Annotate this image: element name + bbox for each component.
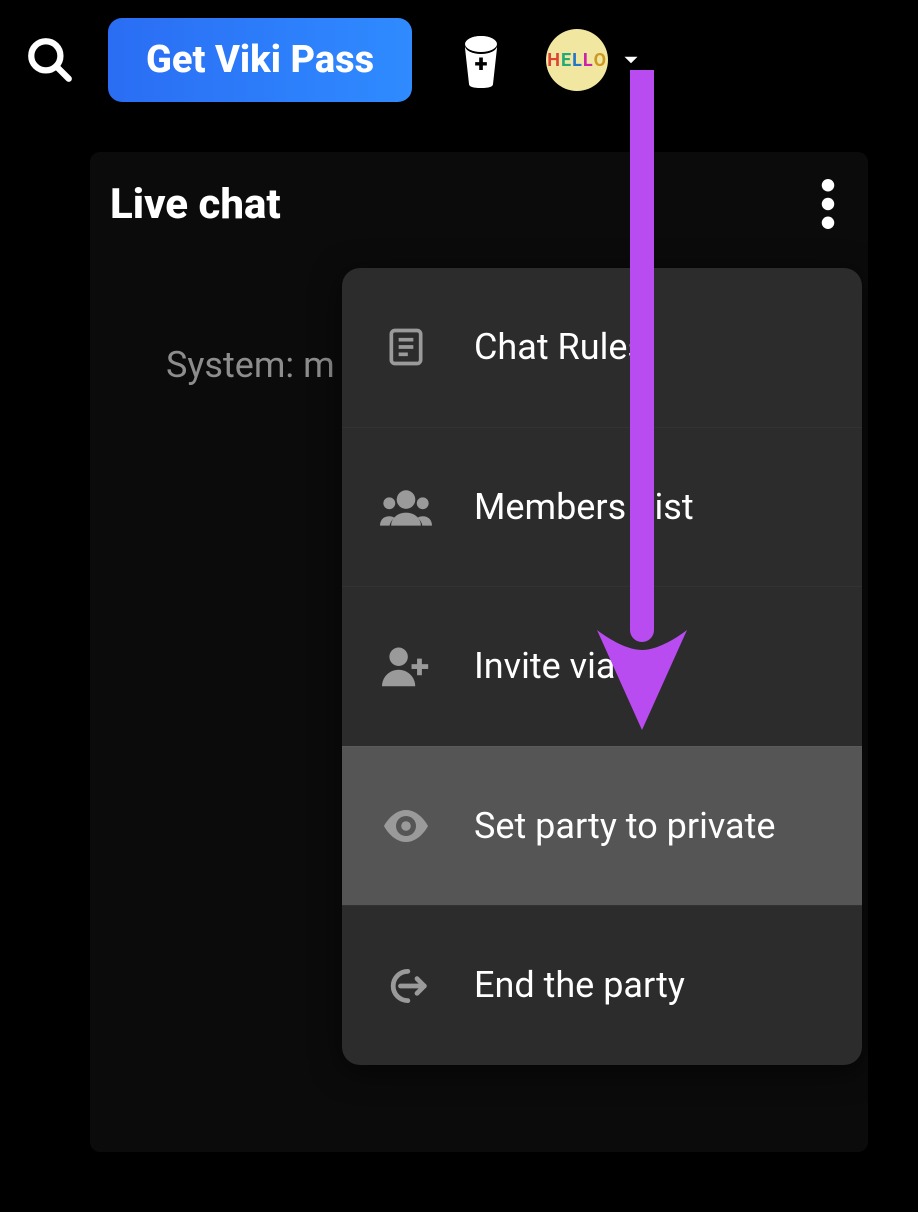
visibility-icon <box>376 804 436 848</box>
chat-options-menu: Chat Rules Members List Invite via ... <box>342 268 862 1065</box>
avatar: HELLO <box>546 29 608 91</box>
rules-icon <box>376 325 436 369</box>
menu-item-chat-rules[interactable]: Chat Rules <box>342 268 862 427</box>
chat-options-button[interactable] <box>808 174 848 234</box>
search-button[interactable] <box>20 30 80 90</box>
chat-header: Live chat <box>110 174 848 234</box>
menu-item-label: Members List <box>474 483 828 532</box>
invite-icon <box>376 644 436 688</box>
chevron-down-icon <box>618 47 644 73</box>
menu-item-invite[interactable]: Invite via ... <box>342 586 862 746</box>
exit-icon <box>376 964 436 1008</box>
menu-item-label: End the party <box>474 961 828 1010</box>
more-vert-icon <box>821 179 835 229</box>
chat-title: Live chat <box>110 180 281 229</box>
menu-item-label: Invite via ... <box>474 642 828 691</box>
profile-menu-button[interactable]: HELLO <box>546 29 644 91</box>
menu-item-members-list[interactable]: Members List <box>342 427 862 587</box>
popcorn-icon: + <box>456 32 506 88</box>
menu-item-label: Set party to private <box>474 802 828 851</box>
members-icon <box>376 485 436 529</box>
top-bar: Get Viki Pass + HELLO <box>0 0 918 112</box>
popcorn-button[interactable]: + <box>446 30 506 90</box>
svg-text:+: + <box>475 50 488 78</box>
get-viki-pass-label: Get Viki Pass <box>146 38 374 82</box>
menu-item-end-party[interactable]: End the party <box>342 905 862 1065</box>
menu-item-set-private[interactable]: Set party to private <box>342 746 862 906</box>
get-viki-pass-button[interactable]: Get Viki Pass <box>108 18 412 102</box>
menu-item-label: Chat Rules <box>474 323 828 372</box>
search-icon <box>25 35 75 85</box>
